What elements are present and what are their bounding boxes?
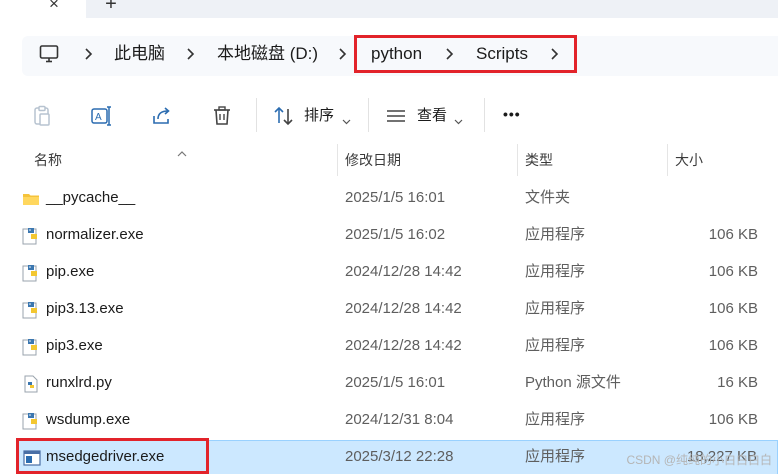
file-row[interactable]: runxlrd.py 2025/1/5 16:01 Python 源文件 16 …: [0, 365, 778, 402]
chevron-right-icon[interactable]: [186, 45, 196, 63]
tab-current[interactable]: [0, 0, 86, 18]
computer-icon[interactable]: [38, 43, 60, 65]
file-size: 16 KB: [717, 374, 758, 391]
file-row[interactable]: normalizer.exe 2025/1/5 16:02 应用程序 106 K…: [0, 217, 778, 254]
column-header: 名称 修改日期 类型 大小: [0, 144, 778, 176]
delete-icon[interactable]: [210, 104, 234, 128]
annotation-highlight-file: [16, 438, 209, 474]
file-type: 文件夹: [525, 189, 571, 206]
python-exe-icon: [22, 412, 40, 430]
share-icon[interactable]: [150, 104, 174, 128]
file-date: 2025/3/12 22:28: [345, 448, 454, 465]
file-date: 2025/1/5 16:01: [345, 189, 446, 206]
file-row[interactable]: wsdump.exe 2024/12/31 8:04 应用程序 106 KB: [0, 402, 778, 439]
file-date: 2024/12/28 14:42: [345, 337, 462, 354]
chevron-right-icon[interactable]: [338, 45, 348, 63]
tab-strip: × +: [0, 0, 778, 18]
column-date-header[interactable]: 修改日期: [345, 151, 401, 169]
column-divider[interactable]: [517, 144, 518, 176]
file-size: 106 KB: [708, 337, 758, 354]
divider: [368, 98, 369, 132]
file-size: 106 KB: [708, 263, 758, 280]
file-type: Python 源文件: [525, 374, 621, 391]
python-exe-icon: [22, 264, 40, 282]
file-type: 应用程序: [525, 448, 586, 465]
file-name: normalizer.exe: [46, 226, 144, 243]
file-row[interactable]: pip.exe 2024/12/28 14:42 应用程序 106 KB: [0, 254, 778, 291]
divider: [256, 98, 257, 132]
address-bar: 此电脑 本地磁盘 (D:) python Scripts: [0, 18, 778, 88]
file-name: pip.exe: [46, 263, 95, 280]
file-type: 应用程序: [525, 300, 586, 317]
chevron-right-icon[interactable]: [84, 45, 94, 63]
chevron-down-icon[interactable]: [454, 112, 463, 125]
file-size: 106 KB: [708, 300, 758, 317]
new-tab-button[interactable]: +: [100, 0, 122, 14]
file-row[interactable]: __pycache__ 2025/1/5 16:01 文件夹: [0, 180, 778, 217]
column-divider[interactable]: [667, 144, 668, 176]
file-size: 106 KB: [708, 226, 758, 243]
file-row[interactable]: pip3.13.exe 2024/12/28 14:42 应用程序 106 KB: [0, 291, 778, 328]
sort-icon[interactable]: [272, 104, 296, 128]
file-type: 应用程序: [525, 263, 586, 280]
file-date: 2024/12/28 14:42: [345, 263, 462, 280]
file-type: 应用程序: [525, 411, 586, 428]
column-size-header[interactable]: 大小: [675, 151, 703, 169]
watermark: CSDN @纯纯的小白白白白: [626, 453, 772, 467]
column-name-header[interactable]: 名称: [34, 151, 62, 169]
python-file-icon: [22, 375, 40, 393]
sort-button[interactable]: 排序: [304, 107, 334, 125]
file-date: 2025/1/5 16:02: [345, 226, 446, 243]
file-name: wsdump.exe: [46, 411, 131, 428]
view-button[interactable]: 查看: [417, 107, 447, 125]
file-name: pip3.exe: [46, 337, 103, 354]
python-exe-icon: [22, 301, 40, 319]
folder-icon: [22, 190, 40, 208]
python-exe-icon: [22, 227, 40, 245]
file-size: 106 KB: [708, 411, 758, 428]
column-type-header[interactable]: 类型: [525, 151, 553, 169]
file-type: 应用程序: [525, 226, 586, 243]
breadcrumb-item-drive-d[interactable]: 本地磁盘 (D:): [217, 44, 318, 64]
more-options-button[interactable]: •••: [503, 105, 521, 123]
paste-icon[interactable]: [30, 104, 54, 128]
file-date: 2024/12/31 8:04: [345, 411, 454, 428]
python-exe-icon: [22, 338, 40, 356]
file-row[interactable]: pip3.exe 2024/12/28 14:42 应用程序 106 KB: [0, 328, 778, 365]
column-divider[interactable]: [337, 144, 338, 176]
svg-text:A: A: [95, 112, 102, 123]
chevron-down-icon[interactable]: [342, 112, 351, 125]
file-date: 2024/12/28 14:42: [345, 300, 462, 317]
file-date: 2025/1/5 16:01: [345, 374, 446, 391]
file-name: __pycache__: [46, 189, 136, 206]
file-type: 应用程序: [525, 337, 586, 354]
sort-ascending-icon: [177, 144, 187, 157]
breadcrumb-item-this-pc[interactable]: 此电脑: [114, 44, 165, 64]
command-bar: A 排序 查看 •••: [0, 88, 778, 144]
file-name: runxlrd.py: [46, 374, 112, 391]
rename-icon[interactable]: A: [90, 104, 114, 128]
view-icon[interactable]: [384, 104, 408, 128]
close-tab-icon[interactable]: ×: [46, 0, 62, 14]
annotation-highlight-path: [354, 35, 577, 73]
file-name: pip3.13.exe: [46, 300, 124, 317]
divider: [484, 98, 485, 132]
